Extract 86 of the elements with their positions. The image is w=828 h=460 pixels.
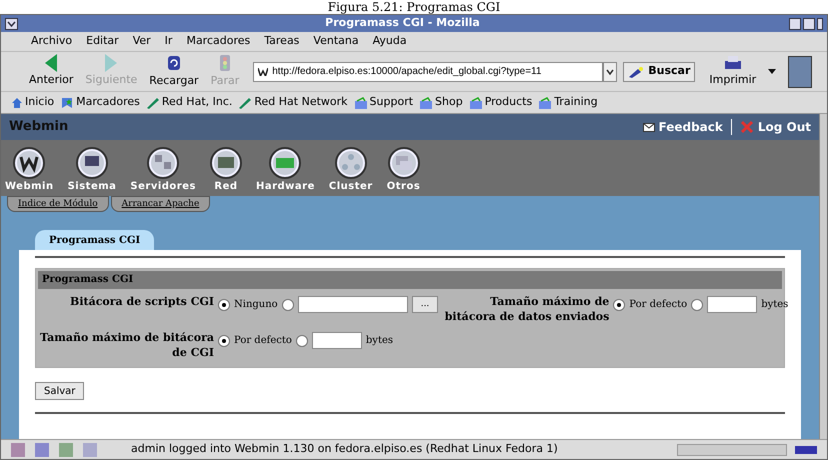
module-tab[interactable]: Indice de Módulo xyxy=(7,196,109,212)
connection-icon xyxy=(795,446,817,454)
menu-item[interactable]: Ver xyxy=(132,33,151,50)
browse-button[interactable]: ... xyxy=(412,296,438,313)
bookmark-link[interactable]: Support xyxy=(354,94,414,111)
bookmark-link[interactable]: Marcadores xyxy=(60,94,140,111)
option-label: Por defecto xyxy=(629,298,688,312)
page-tab[interactable]: Programass CGI xyxy=(35,230,154,250)
menu-item[interactable]: Ventana xyxy=(313,33,359,50)
folder-icon xyxy=(354,96,368,108)
menu-item[interactable]: Ir xyxy=(164,33,172,50)
category-button[interactable]: Cluster xyxy=(328,147,373,194)
category-icon xyxy=(334,147,367,179)
bookmark-link[interactable]: Red Hat, Inc. xyxy=(146,94,232,111)
scrollbar[interactable] xyxy=(819,114,827,439)
url-field[interactable]: http://fedora.elpiso.es:10000/apache/edit_global.cgi?type=11 xyxy=(253,62,604,82)
search-button[interactable]: Buscar xyxy=(623,62,696,82)
dropdown-button[interactable] xyxy=(603,62,618,82)
folder-icon xyxy=(419,96,434,108)
option-label: Por defecto xyxy=(234,334,292,348)
radio-button[interactable] xyxy=(218,334,230,346)
pen-icon xyxy=(146,96,160,108)
caret-icon[interactable] xyxy=(768,69,776,74)
house-icon xyxy=(11,96,23,108)
menu-item[interactable]: Archivo xyxy=(31,33,72,50)
envelope-icon xyxy=(642,122,654,132)
window-menu-icon[interactable] xyxy=(5,18,18,30)
minimize-icon[interactable] xyxy=(789,18,801,30)
category-button[interactable]: Sistema xyxy=(68,147,116,194)
radio-button[interactable] xyxy=(218,298,230,310)
maximize-icon[interactable] xyxy=(803,18,815,30)
category-button[interactable]: Webmin xyxy=(5,147,54,194)
bookmark-star-icon xyxy=(60,96,74,108)
search-icon xyxy=(628,66,644,78)
window-title: Programass CGI - Mozilla xyxy=(324,15,481,32)
field-label: Bitácora de scripts CGI xyxy=(69,294,215,310)
category-icon xyxy=(147,147,180,179)
unit-label: bytes xyxy=(366,334,394,348)
option-label: Ninguno xyxy=(234,298,278,312)
category-icon xyxy=(210,147,242,179)
print-button[interactable]: Imprimir xyxy=(709,54,756,89)
unit-label: bytes xyxy=(761,298,788,312)
figure-caption: Figura 5.21: Programas CGI xyxy=(326,0,502,14)
module-tab[interactable]: Arrancar Apache xyxy=(110,196,210,212)
radio-button[interactable] xyxy=(282,298,294,310)
category-button[interactable]: Red xyxy=(210,147,242,194)
category-icon xyxy=(13,147,46,179)
save-button[interactable]: Salvar xyxy=(35,382,84,400)
nav-button[interactable]: Anterior xyxy=(23,54,80,89)
bookmark-link[interactable]: Training xyxy=(538,94,598,111)
bookmark-link[interactable]: Inicio xyxy=(11,94,54,111)
text-input[interactable] xyxy=(707,296,758,313)
menu-item[interactable]: Ayuda xyxy=(372,33,407,50)
pen-icon xyxy=(238,96,252,108)
field-label: Tamaño máximo de bitácora de CGI xyxy=(38,330,215,360)
folder-icon xyxy=(468,96,483,108)
category-icon xyxy=(269,147,302,179)
category-icon xyxy=(388,147,420,179)
cross-icon xyxy=(740,120,754,134)
radio-button[interactable] xyxy=(296,334,308,346)
menu-item[interactable]: Tareas xyxy=(264,33,300,50)
back-arrow-icon xyxy=(45,54,58,72)
category-icon xyxy=(76,147,108,179)
radio-button[interactable] xyxy=(691,298,704,310)
bookmark-link[interactable]: Products xyxy=(468,94,532,111)
feedback-link[interactable]: Feedback xyxy=(642,118,723,136)
text-input[interactable] xyxy=(312,332,362,349)
menu-item[interactable]: Editar xyxy=(86,33,119,50)
category-button[interactable]: Otros xyxy=(386,147,420,194)
category-button[interactable]: Hardware xyxy=(256,147,315,194)
webmin-brand: Webmin xyxy=(9,118,68,136)
close-icon[interactable] xyxy=(817,18,823,30)
site-icon xyxy=(258,68,268,76)
field-label: Tamaño máximo de bitácora de datos enviados xyxy=(444,294,610,324)
section-title: Programass CGI xyxy=(38,271,782,289)
logout-link[interactable]: Log Out xyxy=(740,118,811,136)
bookmark-link[interactable]: Red Hat Network xyxy=(238,94,348,111)
forward-arrow-icon xyxy=(105,54,118,72)
category-button[interactable]: Servidores xyxy=(130,147,196,194)
status-text: admin logged into Webmin 1.130 on fedora.elpiso.es (Redhat Linux Fedora 1) xyxy=(131,441,559,458)
bookmark-link[interactable]: Shop xyxy=(419,94,463,111)
nav-button[interactable]: Recargar xyxy=(143,53,205,90)
radio-button[interactable] xyxy=(613,298,626,310)
folder-icon xyxy=(538,96,552,108)
menu-item[interactable]: Marcadores xyxy=(186,33,250,50)
text-input[interactable] xyxy=(298,296,408,313)
